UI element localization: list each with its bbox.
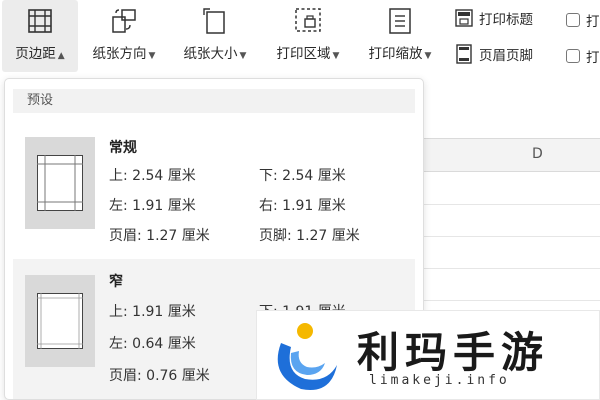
chevron-down-icon: ▼ [424,51,432,61]
brand-name: 利玛手游 [357,328,550,377]
margin-right-value: 右: 1.91 厘米 [259,198,346,214]
checkbox-label: 打 [586,14,600,30]
print-headings-checkbox[interactable]: 打 [566,46,600,66]
margins-button[interactable]: 页边距 ▲ [2,0,78,72]
print-scale-icon [385,6,415,36]
margin-normal-preview-icon [25,137,95,229]
print-area-icon [293,6,323,36]
print-titles-label: 打印标题 [479,12,533,28]
chevron-up-icon: ▲ [57,51,65,61]
grid-line [420,236,600,237]
header-footer-button[interactable]: 页眉页脚 [454,44,533,64]
paper-size-button[interactable]: 纸张大小 ▼ [174,0,256,72]
brand-logo-overlay: 利玛手游 limakeji.info [256,310,600,400]
margin-header-value: 页眉: 1.27 厘米 [109,228,210,244]
margins-icon [25,6,55,36]
margin-top-value: 上: 2.54 厘米 [109,168,196,184]
margin-bottom-value: 下: 2.54 厘米 [259,168,346,184]
margin-top-value: 上: 1.91 厘米 [109,304,196,320]
orientation-label: 纸张方向 [92,46,147,62]
checkbox-label: 打 [586,50,600,66]
print-area-button[interactable]: 打印区域 ▼ [266,0,350,72]
margin-narrow-preview-icon [25,275,95,367]
chevron-down-icon: ▼ [332,51,340,61]
print-titles-button[interactable]: 打印标题 [454,8,533,28]
margin-left-value: 左: 1.91 厘米 [109,198,196,214]
margin-footer-value: 页脚: 1.27 厘米 [259,228,360,244]
print-titles-icon [455,9,473,27]
preset-section-header: 预设 [13,89,415,113]
option-title: 窄 [109,274,123,290]
orientation-icon [109,6,139,36]
margin-header-value: 页眉: 0.76 厘米 [109,368,210,384]
ribbon-toolbar: 页边距 ▲ 纸张方向 ▼ 纸张大小 ▼ 打印区域 ▼ 打印缩放 ▼ 打印标题 页眉页脚 打 [0,0,600,76]
margin-left-value: 左: 0.64 厘米 [109,336,196,352]
orientation-button[interactable]: 纸张方向 ▼ [84,0,164,72]
checkbox-box[interactable] [566,13,580,27]
column-header-row: D [420,138,600,173]
paper-size-label: 纸张大小 [183,46,238,62]
chevron-down-icon: ▼ [239,51,247,61]
paper-size-icon [200,6,230,36]
column-header-d[interactable]: D [532,146,543,162]
option-title: 常规 [109,140,137,156]
print-area-label: 打印区域 [276,46,331,62]
print-scale-button[interactable]: 打印缩放 ▼ [358,0,442,72]
grid-line [420,268,600,269]
print-gridlines-checkbox[interactable]: 打 [566,10,600,30]
margins-label: 页边距 [15,46,56,62]
grid-line [420,204,600,205]
margin-option-normal[interactable]: 常规 上: 2.54 厘米 下: 2.54 厘米 左: 1.91 厘米 右: 1… [13,125,415,244]
header-footer-label: 页眉页脚 [479,48,533,64]
chevron-down-icon: ▼ [148,51,156,61]
brand-url: limakeji.info [369,373,510,388]
header-footer-icon [456,44,472,64]
print-scale-label: 打印缩放 [368,46,423,62]
grid-line [420,300,600,301]
brand-logo-icon [267,319,343,395]
checkbox-box[interactable] [566,49,580,63]
